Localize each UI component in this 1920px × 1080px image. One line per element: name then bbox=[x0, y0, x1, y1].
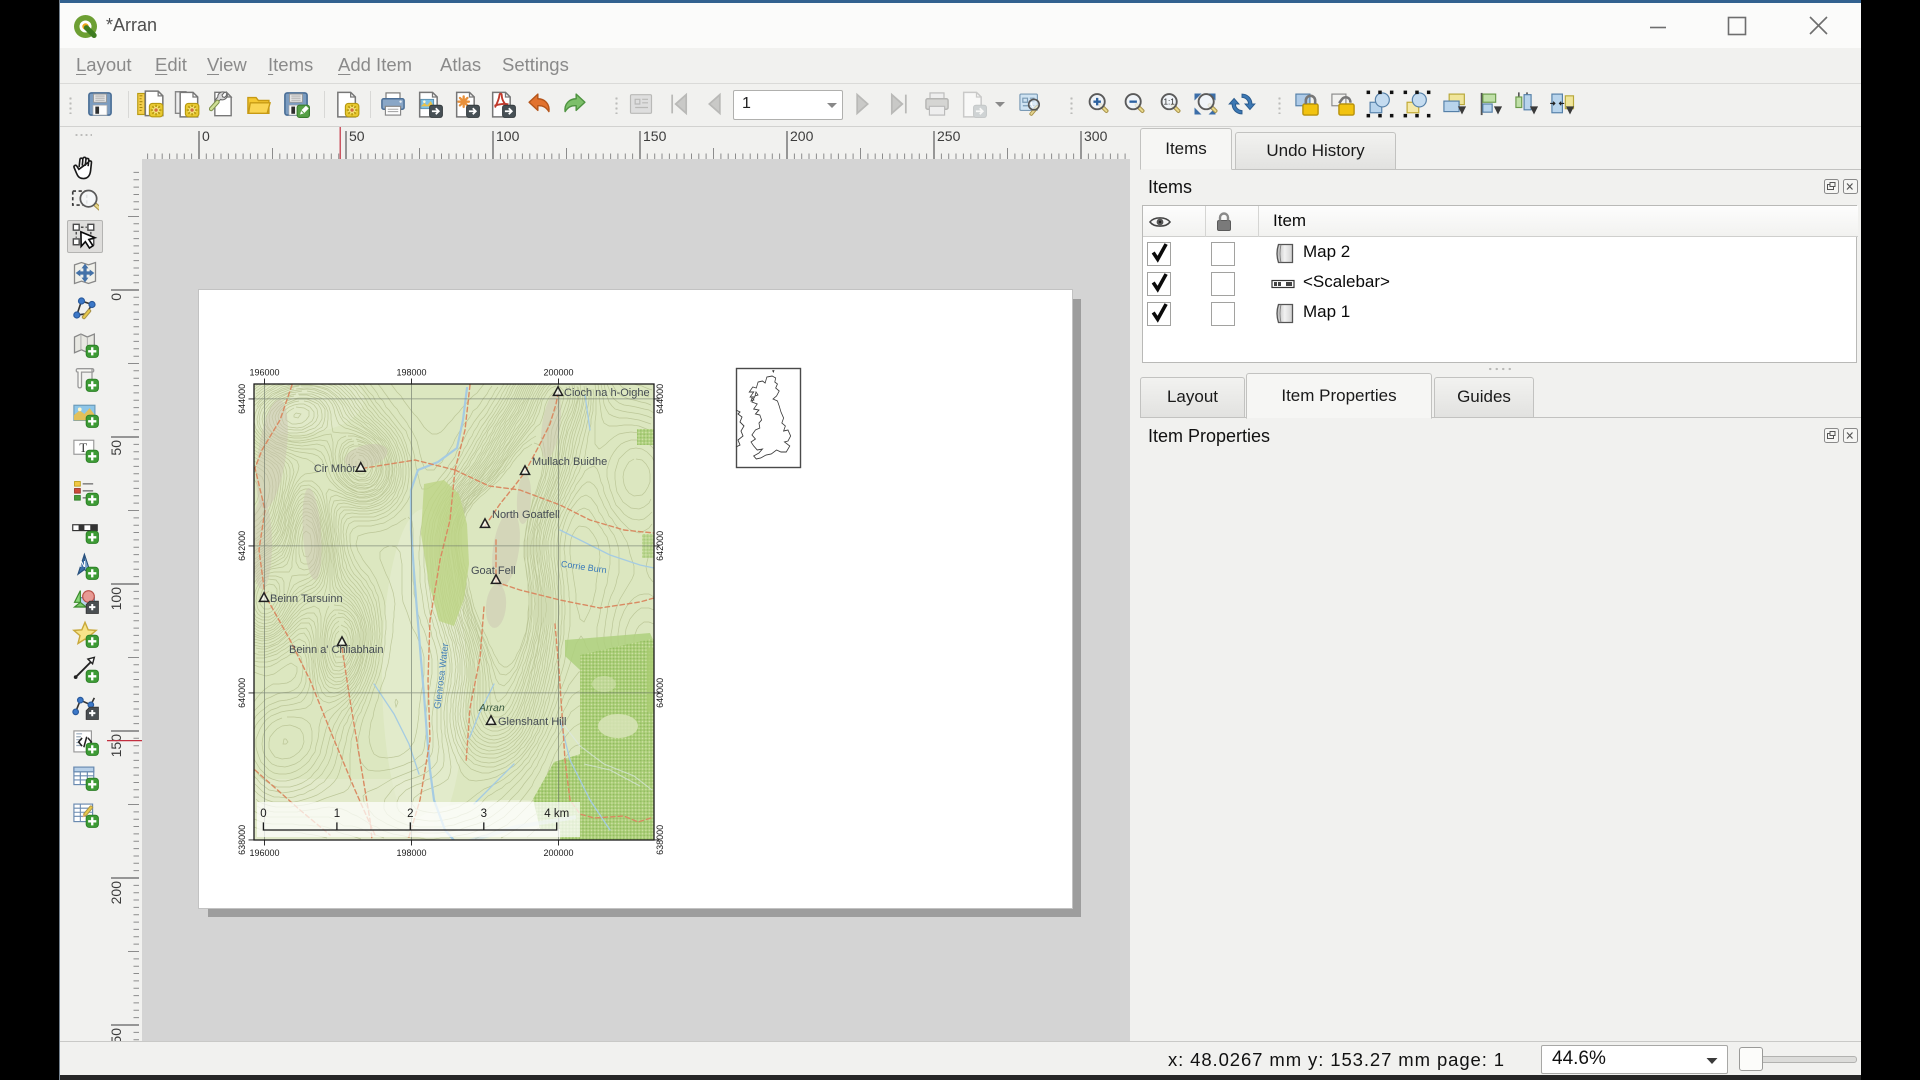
svg-text:250: 250 bbox=[937, 128, 961, 144]
svg-text:200000: 200000 bbox=[543, 848, 573, 858]
svg-text:Beinn Tarsuinn: Beinn Tarsuinn bbox=[270, 593, 343, 605]
svg-text:North Goatfell: North Goatfell bbox=[492, 509, 560, 521]
svg-text:Arran: Arran bbox=[478, 702, 505, 714]
svg-text:640000: 640000 bbox=[237, 678, 247, 708]
svg-text:50: 50 bbox=[349, 128, 365, 144]
svg-text:Cir Mhòr: Cir Mhòr bbox=[314, 463, 357, 475]
svg-text:200: 200 bbox=[108, 881, 124, 905]
svg-text:198000: 198000 bbox=[396, 848, 426, 858]
svg-text:1: 1 bbox=[334, 808, 340, 820]
svg-text:0: 0 bbox=[202, 128, 210, 144]
svg-text:644000: 644000 bbox=[237, 384, 247, 414]
svg-text:4 km: 4 km bbox=[544, 808, 569, 820]
svg-text:Glenshant Hill: Glenshant Hill bbox=[498, 716, 566, 728]
svg-text:1:1: 1:1 bbox=[1163, 98, 1175, 107]
svg-text:Beinn a' Chliabhain: Beinn a' Chliabhain bbox=[289, 644, 383, 656]
svg-text:3: 3 bbox=[481, 808, 487, 820]
svg-text:100: 100 bbox=[108, 587, 124, 611]
svg-text:150: 150 bbox=[643, 128, 667, 144]
svg-text:640000: 640000 bbox=[655, 678, 665, 708]
svg-text:200: 200 bbox=[790, 128, 814, 144]
svg-text:0: 0 bbox=[260, 808, 266, 820]
svg-text:50: 50 bbox=[108, 440, 124, 456]
svg-text:2: 2 bbox=[407, 808, 413, 820]
svg-text:196000: 196000 bbox=[249, 848, 279, 858]
svg-text:198000: 198000 bbox=[396, 368, 426, 378]
svg-text:200000: 200000 bbox=[543, 368, 573, 378]
svg-text:642000: 642000 bbox=[237, 531, 247, 561]
svg-text:150: 150 bbox=[108, 734, 124, 758]
svg-text:638000: 638000 bbox=[237, 825, 247, 855]
svg-text:300: 300 bbox=[1084, 128, 1108, 144]
svg-text:642000: 642000 bbox=[655, 531, 665, 561]
svg-text:Mullach Buidhe: Mullach Buidhe bbox=[532, 456, 607, 468]
svg-text:644000: 644000 bbox=[655, 384, 665, 414]
svg-text:N: N bbox=[80, 560, 86, 569]
svg-text:196000: 196000 bbox=[249, 368, 279, 378]
svg-text:0: 0 bbox=[108, 293, 124, 301]
svg-text:Goat Fell: Goat Fell bbox=[471, 565, 516, 577]
svg-text:100: 100 bbox=[496, 128, 520, 144]
svg-text:250: 250 bbox=[108, 1028, 124, 1041]
svg-text:638000: 638000 bbox=[655, 825, 665, 855]
svg-text:Cioch na h-Oighe: Cioch na h-Oighe bbox=[564, 387, 650, 399]
